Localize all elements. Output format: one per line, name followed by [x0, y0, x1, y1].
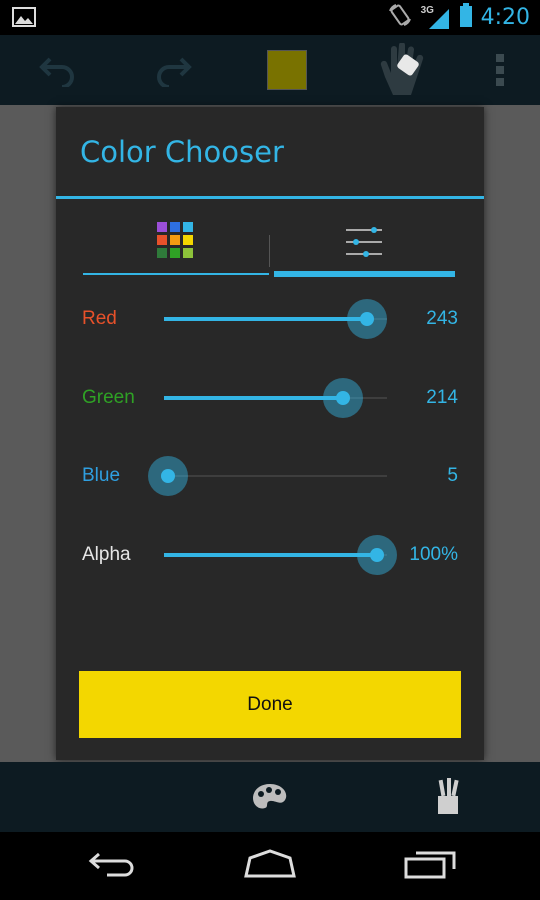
redo-icon[interactable] — [143, 35, 203, 105]
red-value: 243 — [426, 308, 458, 329]
blue-slider[interactable] — [148, 456, 387, 496]
status-bar: 3G 4:20 — [0, 0, 540, 35]
green-slider-fill — [164, 396, 343, 400]
alpha-slider-fill — [164, 553, 377, 557]
tab-divider — [269, 235, 270, 267]
system-nav-bar — [0, 832, 540, 900]
green-value: 214 — [426, 387, 458, 408]
alpha-slider[interactable] — [164, 535, 397, 575]
tab-underline — [83, 273, 269, 275]
color-chooser-dialog: Color Chooser Red 243 Green 214 Blue 5 A… — [56, 107, 484, 760]
clock: 4:20 — [480, 5, 530, 30]
tab-selected-indicator — [274, 271, 455, 277]
green-slider-row: Green 214 — [56, 368, 484, 428]
rotate-icon — [387, 2, 413, 33]
battery-icon — [459, 2, 473, 33]
tab-sliders[interactable] — [274, 219, 455, 277]
dialog-title: Color Chooser — [80, 135, 284, 169]
red-label: Red — [82, 308, 117, 329]
red-slider-row: Red 243 — [56, 289, 484, 349]
home-button[interactable] — [210, 832, 330, 900]
title-divider — [56, 196, 484, 199]
palette-icon[interactable] — [248, 762, 292, 832]
back-button[interactable] — [52, 832, 172, 900]
back-icon — [87, 850, 137, 883]
undo-icon[interactable] — [28, 35, 88, 105]
alpha-slider-row: Alpha 100% — [56, 525, 484, 585]
sliders-icon — [346, 225, 382, 264]
gallery-icon — [12, 7, 36, 32]
green-label: Green — [82, 387, 135, 408]
green-slider[interactable] — [164, 378, 387, 418]
signal-icon: 3G — [421, 5, 451, 31]
alpha-slider-thumb[interactable] — [356, 535, 397, 575]
bottom-toolbar — [0, 762, 540, 832]
green-slider-thumb[interactable] — [322, 378, 363, 418]
overflow-menu-icon[interactable] — [480, 35, 520, 105]
recent-apps-icon — [404, 849, 456, 884]
brushes-icon[interactable] — [426, 762, 470, 832]
alpha-label: Alpha — [82, 544, 131, 565]
color-mode-tabs — [83, 219, 455, 277]
hand-tool-icon[interactable] — [370, 35, 434, 105]
color-grid-icon — [157, 222, 193, 263]
action-bar — [0, 35, 540, 105]
home-icon — [242, 848, 298, 885]
blue-slider-thumb[interactable] — [148, 456, 189, 496]
tab-color-grid[interactable] — [83, 219, 269, 275]
alpha-value: 100% — [409, 544, 458, 565]
red-slider-fill — [164, 317, 367, 321]
recent-apps-button[interactable] — [370, 832, 490, 900]
red-slider-thumb[interactable] — [346, 299, 387, 339]
blue-value: 5 — [447, 465, 458, 486]
red-slider[interactable] — [164, 299, 387, 339]
blue-slider-row: Blue 5 — [56, 446, 484, 506]
blue-label: Blue — [82, 465, 121, 486]
done-button[interactable]: Done — [79, 671, 461, 738]
current-color-swatch — [267, 50, 307, 90]
color-swatch[interactable] — [266, 35, 308, 105]
